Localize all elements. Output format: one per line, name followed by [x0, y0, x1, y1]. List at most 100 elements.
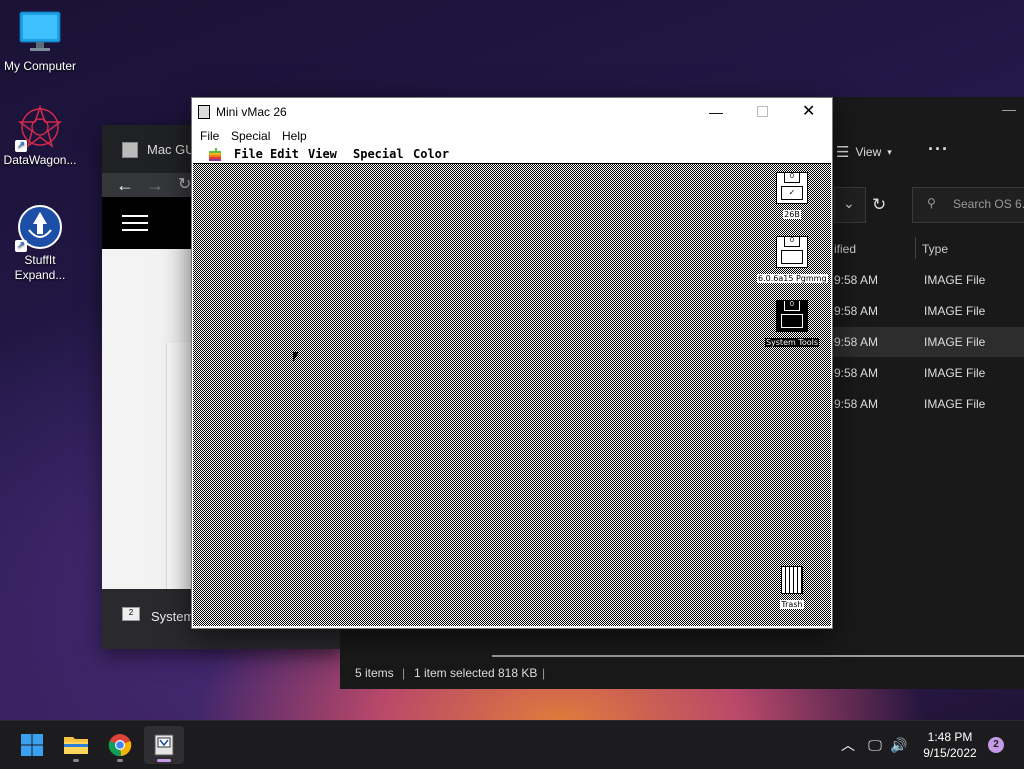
page-favicon-icon: [122, 142, 138, 158]
host-menu-file[interactable]: File: [200, 126, 219, 146]
mac-menu-bar: File Edit View Special Color: [193, 146, 831, 164]
windows-logo-icon: [21, 734, 43, 756]
mac-disk-label: System Tools: [764, 338, 820, 347]
file-row-selected[interactable]: 9:58 AM IMAGE File: [832, 327, 1024, 357]
running-indicator: [117, 759, 123, 762]
chevron-down-icon: ▾: [887, 146, 892, 157]
floppy-disk-icon: 0: [776, 300, 808, 332]
mac-menu-file[interactable]: File: [234, 146, 263, 163]
file-modified: 9:58 AM: [834, 335, 879, 349]
network-icon[interactable]: 🖵: [862, 737, 888, 754]
mac-trash[interactable]: Trash: [757, 566, 827, 612]
host-menu-special[interactable]: Special: [231, 126, 270, 146]
status-size: 818 KB: [498, 666, 538, 680]
start-button[interactable]: [12, 726, 52, 764]
status-item-count: 5 items: [355, 666, 394, 680]
column-divider: [915, 237, 916, 259]
column-header-row: ified Type: [832, 237, 1024, 261]
file-row[interactable]: 9:58 AM IMAGE File: [832, 265, 1024, 295]
mini-vmac-taskbar-button[interactable]: [144, 726, 184, 764]
mac-disk-pgmmg[interactable]: 0 6.0.6a15 Pgmmg: [757, 236, 828, 286]
desktop-icon-stuffit[interactable]: ↗ StuffIt Expand...: [0, 204, 80, 283]
system-folder-icon: 2: [122, 607, 140, 621]
column-header-modified[interactable]: ified: [834, 237, 856, 261]
apple-menu-icon[interactable]: [209, 146, 221, 163]
mac-menu-view[interactable]: View: [308, 146, 337, 163]
forward-arrow-icon[interactable]: →: [146, 173, 164, 197]
minimize-icon[interactable]: —: [1002, 101, 1016, 117]
emulated-mac-screen[interactable]: File Edit View Special Color 0 ✓ 26B 0 6…: [193, 146, 831, 626]
shortcut-arrow-icon: ↗: [15, 140, 27, 152]
file-modified: 9:58 AM: [834, 304, 879, 318]
back-arrow-icon[interactable]: ←: [116, 173, 134, 197]
datawagon-logo-icon: ↗: [15, 104, 63, 152]
minimize-button[interactable]: —: [709, 98, 723, 126]
clock[interactable]: 1:48 PM 9/15/2022: [918, 729, 982, 761]
view-lines-icon: ☰: [836, 144, 850, 161]
mini-vmac-icon: [154, 734, 174, 756]
view-button[interactable]: ☰ View ▾: [836, 143, 892, 161]
footer-text: System: [151, 609, 195, 624]
column-header-type[interactable]: Type: [922, 237, 948, 261]
file-row[interactable]: 9:58 AM IMAGE File: [832, 358, 1024, 388]
mac-disk-label: 6.0.6a15 Pgmmg: [757, 274, 828, 283]
file-row[interactable]: 9:58 AM IMAGE File: [832, 389, 1024, 419]
refresh-button[interactable]: ↻: [872, 195, 886, 215]
chrome-taskbar-button[interactable]: [100, 726, 140, 764]
hamburger-menu-icon[interactable]: [122, 215, 148, 231]
vmac-title-bar: Mini vMac 26 — ✕: [192, 98, 832, 126]
mac-menu-edit[interactable]: Edit: [270, 146, 299, 163]
mini-vmac-window[interactable]: Mini vMac 26 — ✕ File Special Help File …: [191, 97, 833, 629]
address-bar[interactable]: ⌄: [834, 187, 866, 223]
vmac-app-icon: [198, 105, 210, 119]
stuffit-logo-icon: ↗: [15, 204, 63, 252]
file-row[interactable]: 9:58 AM IMAGE File: [832, 296, 1024, 326]
notification-badge[interactable]: 2: [988, 737, 1004, 753]
speaker-icon[interactable]: 🔊: [888, 737, 910, 754]
mac-disk-26b[interactable]: 0 ✓ 26B: [757, 172, 827, 222]
file-modified: 9:58 AM: [834, 397, 879, 411]
view-label: View: [855, 145, 882, 159]
maximize-button[interactable]: [757, 106, 768, 117]
search-box[interactable]: ⚲ Search OS 6.0: [912, 187, 1024, 223]
floppy-disk-icon: 0 ✓: [776, 172, 808, 204]
mac-menu-special[interactable]: Special: [353, 146, 404, 163]
vmac-window-title: Mini vMac 26: [216, 105, 287, 119]
host-menu-help[interactable]: Help: [282, 126, 307, 146]
desktop-icon-label: StuffIt Expand...: [14, 253, 66, 282]
clock-date: 9/15/2022: [923, 746, 977, 760]
file-type: IMAGE File: [924, 304, 986, 318]
mac-menu-color[interactable]: Color: [413, 146, 449, 163]
search-input-placeholder: Search OS 6.0: [953, 197, 1024, 211]
folder-icon: [64, 737, 88, 754]
mouse-pointer-icon: [293, 352, 299, 362]
desktop-icon-my-computer[interactable]: My Computer: [0, 10, 80, 74]
mac-disk-system-tools[interactable]: 0 System Tools: [757, 300, 827, 350]
running-indicator: [73, 759, 79, 762]
file-explorer-taskbar-button[interactable]: [56, 726, 96, 764]
more-options-button[interactable]: ···: [928, 139, 949, 160]
clock-time: 1:48 PM: [927, 730, 973, 744]
close-button[interactable]: ✕: [802, 98, 815, 126]
explorer-status-bar: 5 items | 1 item selected 818 KB |: [340, 657, 1024, 689]
reload-icon[interactable]: ↻: [178, 173, 191, 197]
chevron-down-icon: ⌄: [843, 195, 855, 211]
mac-disk-label: 26B: [783, 210, 801, 219]
vmac-host-menu-bar: File Special Help: [192, 126, 832, 146]
chevron-up-icon[interactable]: ︿: [838, 735, 858, 755]
status-divider: |: [402, 666, 406, 680]
status-divider: |: [542, 666, 546, 680]
file-modified: 9:58 AM: [834, 273, 879, 287]
shortcut-arrow-icon: ↗: [15, 240, 27, 252]
file-type: IMAGE File: [924, 335, 986, 349]
file-type: IMAGE File: [924, 273, 986, 287]
search-icon: ⚲: [927, 196, 936, 210]
taskbar: ︿ 🖵 🔊 1:48 PM 9/15/2022 2: [0, 720, 1024, 769]
file-type: IMAGE File: [924, 397, 986, 411]
trash-can-icon: [781, 566, 803, 594]
mac-trash-label: Trash: [780, 600, 804, 609]
system-tray: ︿ 🖵 🔊: [838, 721, 910, 769]
desktop-icon-datawagon[interactable]: ↗ DataWagon...: [0, 104, 80, 168]
file-type: IMAGE File: [924, 366, 986, 380]
monitor-icon: [17, 10, 63, 56]
